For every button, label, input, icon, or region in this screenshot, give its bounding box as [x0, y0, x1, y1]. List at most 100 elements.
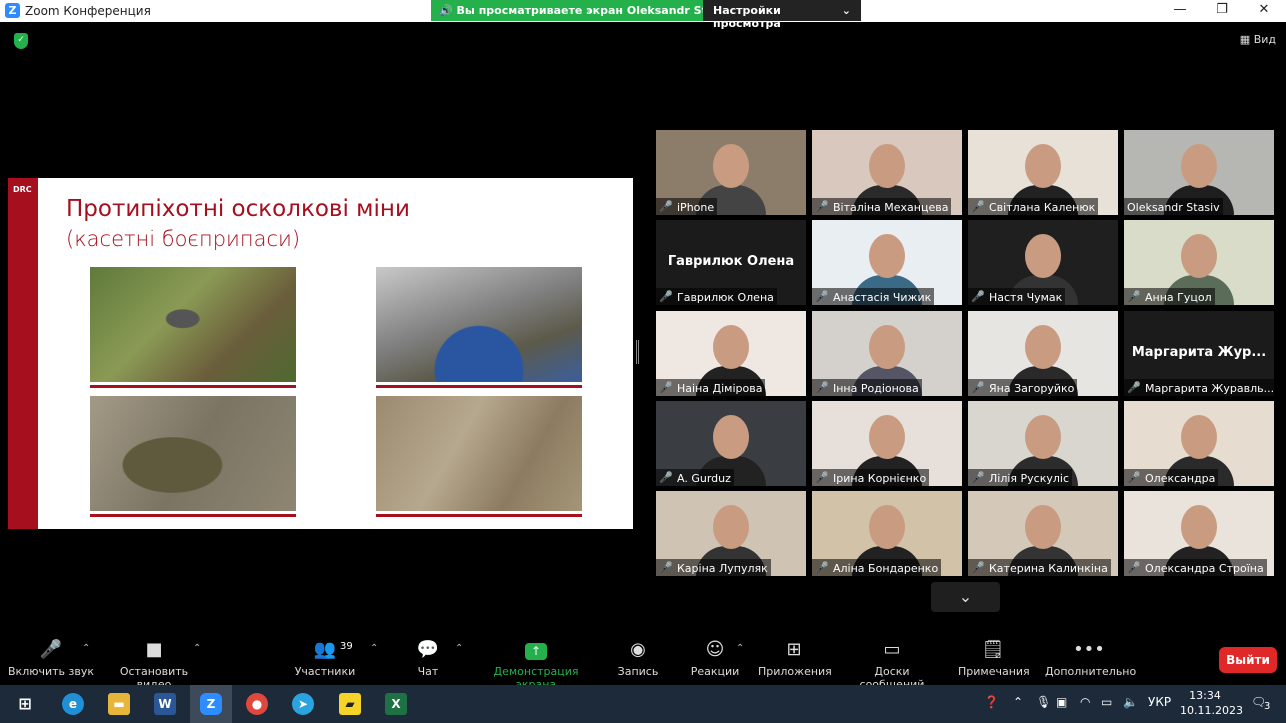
participant-tile[interactable]: 🎤 Каріна Лупуляк — [656, 491, 806, 576]
participant-name-bar: Oleksandr Stasiv — [1124, 198, 1223, 215]
participant-name: A. Gurduz — [677, 471, 731, 485]
participant-tile[interactable]: 🎤 A. Gurduz — [656, 401, 806, 486]
share-banner-text: 🔊 Вы просматриваете экран Oleksandr Stas… — [431, 0, 732, 21]
participant-tile[interactable]: 🎤 Анна Гуцол — [1124, 220, 1274, 305]
speaker-icon: 🔊 — [439, 4, 453, 17]
participant-name-bar: 🎤 Катерина Калинкіна — [968, 559, 1111, 576]
participant-name-bar: 🎤 Світлана Каленюк — [968, 198, 1099, 215]
participant-name: Настя Чумак — [989, 290, 1063, 304]
notes-button[interactable]: 🗒 Примечания — [958, 639, 1030, 678]
mic-muted-icon: 🎤 — [659, 471, 673, 484]
minimize-button[interactable]: — — [1170, 2, 1190, 17]
mic-muted-icon: 🎤 — [971, 381, 985, 394]
wifi-icon[interactable]: ◠ — [1080, 695, 1090, 709]
share-arrow-icon: ↑ — [525, 643, 547, 660]
chat-options-caret[interactable]: ⌃ — [455, 643, 463, 654]
meeting-toolbar: 🎤 Включить звук ⌃ ■ Остановить видео ⌃ 👥… — [0, 633, 1286, 691]
word-icon[interactable]: W — [154, 693, 176, 715]
participant-name-bar: 🎤 Інна Родіонова — [812, 379, 922, 396]
participant-tile[interactable]: 🎤 Наіна Дімірова — [656, 311, 806, 396]
participant-tile[interactable]: 🎤 Аліна Бондаренко — [812, 491, 962, 576]
view-button[interactable]: ▦ Вид — [1240, 33, 1276, 46]
mic-muted-icon: 🎤 — [659, 561, 673, 574]
notes-icon: 🗒 — [981, 639, 1005, 660]
edge-browser-icon[interactable]: e — [62, 693, 84, 715]
view-settings-dropdown[interactable]: Настройки просмотра ⌄ — [703, 0, 861, 30]
participant-tile[interactable]: 🎤 Віталіна Механцева — [812, 130, 962, 215]
participant-tile[interactable]: 🎤 Олександра Строїна — [1124, 491, 1274, 576]
clock[interactable]: 13:34 10.11.2023 — [1180, 688, 1243, 718]
participants-count: 39 — [340, 641, 353, 652]
participant-name-bar: 🎤 Аліна Бондаренко — [812, 559, 942, 576]
mic-muted-icon: 🎤 — [815, 381, 829, 394]
excel-icon[interactable]: X — [385, 693, 407, 715]
reactions-button[interactable]: ☺ Реакции — [690, 639, 740, 678]
shared-screen: DRC Протипіхотні осколкові міни (касетні… — [8, 178, 633, 529]
participant-display-name: Гаврилюк Олена — [667, 254, 795, 269]
participant-tile[interactable]: 🎤 Настя Чумак — [968, 220, 1118, 305]
participant-tile[interactable]: Маргарита Жур... 🎤 Маргарита Журавль... — [1124, 311, 1274, 396]
mic-muted-icon: 🎤 — [815, 471, 829, 484]
participant-tile[interactable]: Гаврилюк Олена 🎤 Гаврилюк Олена — [656, 220, 806, 305]
whiteboards-button[interactable]: ▭ Доски сообщений — [842, 639, 942, 691]
mic-muted-icon: 🎤 — [815, 561, 829, 574]
apps-icon: ⊞ — [786, 639, 802, 660]
security-shield-icon[interactable]: ✓ — [14, 33, 28, 49]
reactions-options-caret[interactable]: ⌃ — [736, 643, 744, 654]
mic-muted-icon: 🎤 — [1127, 290, 1141, 303]
split-resize-handle[interactable] — [636, 340, 639, 364]
participant-tile[interactable]: 🎤 Світлана Каленюк — [968, 130, 1118, 215]
participant-name: Яна Загоруйко — [989, 381, 1075, 395]
participant-name: Лілія Рускуліс — [989, 471, 1070, 485]
gallery-next-page-button[interactable]: ⌄ — [931, 582, 1000, 612]
participant-tile[interactable]: 🎤 Ірина Корнієнко — [812, 401, 962, 486]
zoom-taskbar-icon[interactable]: Z — [200, 693, 222, 715]
record-icon: ◉ — [630, 639, 646, 660]
windows-start-icon[interactable]: ⊞ — [14, 693, 36, 715]
participant-tile[interactable]: 🎤 Яна Загоруйко — [968, 311, 1118, 396]
volume-icon[interactable]: 🔈 — [1123, 695, 1138, 709]
participant-name: Інна Родіонова — [833, 381, 919, 395]
microphone-icon[interactable]: 🎙 — [1036, 695, 1051, 709]
participant-tile[interactable]: 🎤 Лілія Рускуліс — [968, 401, 1118, 486]
close-button[interactable]: ✕ — [1254, 2, 1274, 17]
chat-button[interactable]: 💬 Чат — [412, 639, 444, 678]
slide-subtitle: (касетні боєприпаси) — [66, 227, 301, 251]
mic-muted-icon: 🎤 — [1127, 471, 1141, 484]
participant-name: Світлана Каленюк — [989, 200, 1096, 214]
video-options-caret[interactable]: ⌃ — [193, 643, 201, 654]
view-grid-icon: ▦ — [1239, 33, 1251, 46]
participant-name: Анастасія Чижик — [833, 290, 932, 304]
participant-tile[interactable]: 🎤 Катерина Калинкіна — [968, 491, 1118, 576]
leave-button[interactable]: Выйти — [1219, 647, 1277, 673]
more-button[interactable]: ••• Дополнительно — [1045, 639, 1136, 678]
stop-video-button[interactable]: ■ Остановить видео — [102, 639, 206, 691]
participant-name-bar: 🎤 Анна Гуцол — [1124, 288, 1215, 305]
help-icon[interactable]: ❓ — [984, 695, 999, 709]
maximize-button[interactable]: ❐ — [1212, 2, 1232, 17]
sticky-notes-icon[interactable]: ▰ — [339, 693, 361, 715]
file-explorer-icon[interactable]: ▬ — [108, 693, 130, 715]
apps-button[interactable]: ⊞ Приложения — [758, 639, 832, 678]
share-screen-button[interactable]: ↑ Демонстрация экрана — [474, 639, 598, 691]
participant-tile[interactable]: Oleksandr Stasiv — [1124, 130, 1274, 215]
participant-tile[interactable]: 🎤 Олександра — [1124, 401, 1274, 486]
participant-tile[interactable]: 🎤 Анастасія Чижик — [812, 220, 962, 305]
screen-icon[interactable]: ▣ — [1056, 695, 1067, 709]
mic-muted-icon: 🎤 — [971, 561, 985, 574]
audio-options-caret[interactable]: ⌃ — [82, 643, 90, 654]
chat-icon: 💬 — [416, 639, 440, 660]
participant-name: Маргарита Журавль... — [1145, 381, 1274, 395]
participant-tile[interactable]: 🎤 iPhone — [656, 130, 806, 215]
record-button[interactable]: ◉ Запись — [616, 639, 660, 678]
show-hidden-icons-caret[interactable]: ⌃ — [1013, 695, 1023, 709]
telegram-icon[interactable]: ➤ — [292, 693, 314, 715]
mic-muted-icon: 🎤 — [815, 290, 829, 303]
language-indicator[interactable]: УКР — [1148, 695, 1171, 709]
participant-tile[interactable]: 🎤 Інна Родіонова — [812, 311, 962, 396]
participant-name-bar: 🎤 A. Gurduz — [656, 469, 734, 486]
battery-icon[interactable]: ▭ — [1101, 695, 1112, 709]
participant-name-bar: 🎤 iPhone — [656, 198, 718, 215]
participants-options-caret[interactable]: ⌃ — [370, 643, 378, 654]
chrome-icon[interactable]: ● — [246, 693, 268, 715]
